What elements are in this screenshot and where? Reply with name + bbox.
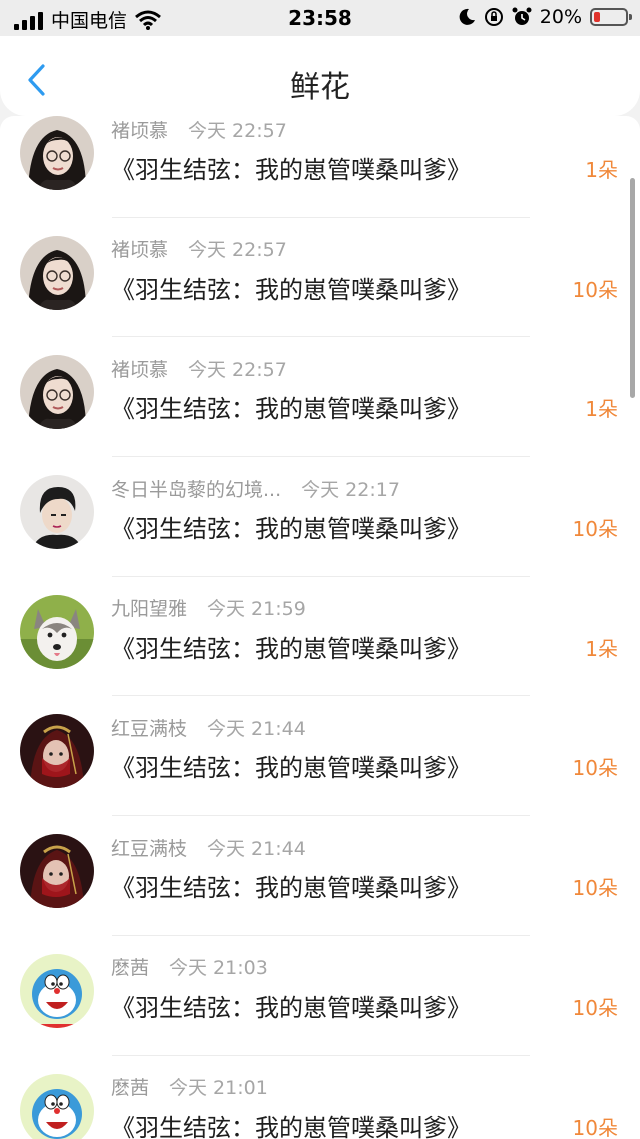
- portrait-glasses-avatar[interactable]: [20, 355, 94, 430]
- list-item[interactable]: 红豆满枝 今天 21:44 《羽生结弦：我的崽管噗桑叫爹》 10朵: [0, 696, 640, 817]
- timestamp: 今天 21:44: [207, 837, 306, 860]
- item-meta: 红豆满枝 今天 21:44: [111, 833, 306, 861]
- user-name[interactable]: 红豆满枝: [111, 714, 187, 741]
- nav-header: 鲜花: [0, 36, 640, 116]
- book-title[interactable]: 《羽生结弦：我的崽管噗桑叫爹》: [111, 389, 471, 424]
- book-title[interactable]: 《羽生结弦：我的崽管噗桑叫爹》: [111, 868, 471, 903]
- list-item[interactable]: 麽茜 今天 21:01 《羽生结弦：我的崽管噗桑叫爹》 10朵: [0, 1056, 640, 1139]
- item-meta: 麽茜 今天 21:03: [111, 953, 268, 981]
- doraemon-avatar[interactable]: [20, 1073, 94, 1139]
- chevron-left-icon: [28, 64, 45, 96]
- page-title: 鲜花: [290, 70, 350, 105]
- flower-list-inner: 褚顷慕 今天 22:57 《羽生结弦：我的崽管噗桑叫爹》 1朵 褚顷慕 今天 2…: [0, 116, 640, 1139]
- item-meta: 麽茜 今天 21:01: [111, 1073, 268, 1101]
- flower-list[interactable]: 褚顷慕 今天 22:57 《羽生结弦：我的崽管噗桑叫爹》 1朵 褚顷慕 今天 2…: [0, 116, 640, 1139]
- timestamp: 今天 22:57: [188, 239, 287, 262]
- husky-dog-avatar[interactable]: [20, 594, 94, 669]
- battery-percent: 20%: [539, 6, 582, 28]
- status-bar: 中国电信 23:58 20%: [0, 0, 640, 36]
- book-title[interactable]: 《羽生结弦：我的崽管噗桑叫爹》: [111, 509, 471, 544]
- timestamp: 今天 21:59: [207, 598, 306, 621]
- item-meta: 九阳望雅 今天 21:59: [111, 594, 306, 622]
- book-title[interactable]: 《羽生结弦：我的崽管噗桑叫爹》: [111, 629, 471, 664]
- red-veil-avatar[interactable]: [20, 834, 94, 909]
- doraemon-avatar[interactable]: [20, 953, 94, 1028]
- item-meta: 红豆满枝 今天 21:44: [111, 713, 306, 741]
- book-title[interactable]: 《羽生结弦：我的崽管噗桑叫爹》: [111, 988, 471, 1023]
- flower-count: 1朵: [585, 636, 618, 661]
- timestamp: 今天 22:57: [188, 119, 287, 142]
- item-meta: 褚顷慕 今天 22:57: [111, 354, 287, 382]
- orientation-lock-icon: [484, 8, 503, 26]
- list-item[interactable]: 红豆满枝 今天 21:44 《羽生结弦：我的崽管噗桑叫爹》 10朵: [0, 816, 640, 936]
- flower-count: 10朵: [572, 756, 618, 781]
- timestamp: 今天 22:17: [301, 478, 400, 501]
- alarm-icon: [512, 7, 532, 25]
- item-meta: 褚顷慕 今天 22:57: [111, 235, 287, 263]
- list-item[interactable]: 冬日半岛藜的幻境... 今天 22:17 《羽生结弦：我的崽管噗桑叫爹》 10朵: [0, 457, 640, 577]
- portrait-boy-avatar[interactable]: [20, 475, 94, 550]
- list-item[interactable]: 褚顷慕 今天 22:57 《羽生结弦：我的崽管噗桑叫爹》 10朵: [0, 218, 640, 338]
- flower-count: 10朵: [572, 876, 618, 901]
- flower-count: 10朵: [572, 995, 618, 1020]
- scrollbar[interactable]: [630, 178, 635, 398]
- book-title[interactable]: 《羽生结弦：我的崽管噗桑叫爹》: [111, 270, 471, 305]
- user-name[interactable]: 褚顷慕: [111, 355, 168, 382]
- flower-count: 1朵: [585, 397, 618, 422]
- user-name[interactable]: 冬日半岛藜的幻境...: [111, 475, 281, 502]
- book-title[interactable]: 《羽生结弦：我的崽管噗桑叫爹》: [111, 1108, 471, 1139]
- flower-count: 10朵: [572, 277, 618, 302]
- list-item[interactable]: 褚顷慕 今天 22:57 《羽生结弦：我的崽管噗桑叫爹》 1朵: [0, 337, 640, 458]
- user-name[interactable]: 九阳望雅: [111, 594, 187, 621]
- status-right: 20%: [458, 6, 632, 28]
- book-title[interactable]: 《羽生结弦：我的崽管噗桑叫爹》: [111, 748, 471, 783]
- list-item[interactable]: 麽茜 今天 21:03 《羽生结弦：我的崽管噗桑叫爹》 10朵: [0, 936, 640, 1056]
- item-meta: 褚顷慕 今天 22:57: [111, 116, 287, 143]
- red-veil-avatar[interactable]: [20, 714, 94, 789]
- back-button[interactable]: [14, 60, 58, 100]
- user-name[interactable]: 红豆满枝: [111, 834, 187, 861]
- user-name[interactable]: 褚顷慕: [111, 116, 168, 143]
- user-name[interactable]: 麽茜: [111, 1073, 149, 1100]
- user-name[interactable]: 麽茜: [111, 953, 149, 980]
- timestamp: 今天 21:03: [169, 957, 268, 980]
- battery-level: [594, 12, 600, 22]
- list-item[interactable]: 褚顷慕 今天 22:57 《羽生结弦：我的崽管噗桑叫爹》 1朵: [0, 116, 640, 218]
- user-name[interactable]: 褚顷慕: [111, 235, 168, 262]
- screen: 中国电信 23:58 20% 鲜花 褚顷慕 今天 22:57 《羽生结弦：我的崽…: [0, 0, 640, 1139]
- portrait-glasses-avatar[interactable]: [20, 116, 94, 190]
- battery-icon: [590, 8, 632, 26]
- item-meta: 冬日半岛藜的幻境... 今天 22:17: [111, 474, 400, 502]
- flower-count: 10朵: [572, 517, 618, 542]
- flower-count: 10朵: [572, 1115, 618, 1139]
- moon-icon: [459, 8, 475, 25]
- flower-count: 1朵: [585, 158, 618, 182]
- timestamp: 今天 22:57: [188, 358, 287, 381]
- timestamp: 今天 21:44: [207, 717, 306, 740]
- list-item[interactable]: 九阳望雅 今天 21:59 《羽生结弦：我的崽管噗桑叫爹》 1朵: [0, 577, 640, 697]
- timestamp: 今天 21:01: [169, 1077, 268, 1099]
- book-title[interactable]: 《羽生结弦：我的崽管噗桑叫爹》: [111, 150, 471, 185]
- portrait-glasses-avatar[interactable]: [20, 235, 94, 310]
